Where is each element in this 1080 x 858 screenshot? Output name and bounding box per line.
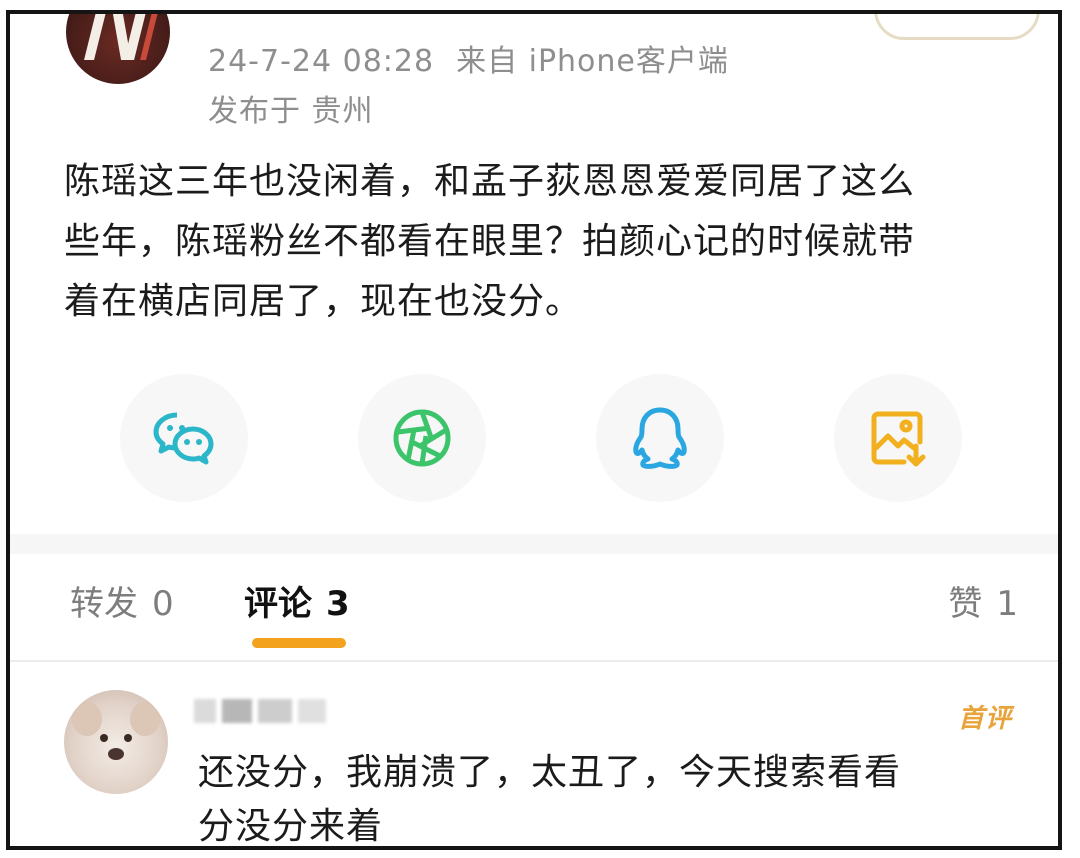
tab-comments[interactable]: 评论 3 [244, 576, 350, 625]
post-source: 来自 iPhone客户端 [456, 44, 729, 79]
qq-icon [633, 407, 687, 469]
share-qq-button[interactable] [596, 374, 724, 502]
first-comment-badge: 首评 [957, 704, 1012, 734]
tab-reposts[interactable]: 转发 0 [70, 576, 174, 625]
commenter-username-blurred[interactable] [194, 694, 334, 728]
post-text-line: 些年，陈瑶粉丝不都看在眼里？拍颜心记的时候就带 [64, 221, 916, 262]
post-text-line: 着在横店同居了，现在也没分。 [64, 281, 583, 322]
weibo-post-screenshot: 24-7-24 08:28 来自 iPhone客户端 发布于 贵州 陈瑶这三年也没… [6, 10, 1062, 850]
post-location: 发布于 贵州 [208, 94, 374, 129]
comment-text-line: 还没分，我崩溃了，太丑了，今天搜索看看 [198, 752, 902, 793]
tab-comments-count: 3 [326, 584, 350, 624]
wechat-icon [153, 412, 214, 465]
comment-body: 还没分，我崩溃了，太丑了，今天搜索看看 分没分来着 [198, 746, 1018, 847]
tab-comments-label: 评论 [244, 584, 312, 624]
post-timestamp: 24-7-24 08:28 [208, 44, 435, 79]
tab-likes-label: 赞 [948, 584, 983, 624]
follow-button[interactable] [874, 14, 1040, 40]
post-body: 陈瑶这三年也没闲着，和孟子荻恩恩爱爱同居了这么 些年，陈瑶粉丝不都看在眼里？拍颜… [64, 152, 1044, 332]
comment-text-line: 分没分来着 [198, 806, 384, 847]
tab-likes-count: 1 [996, 584, 1018, 624]
tab-likes[interactable]: 赞1 [948, 576, 1018, 625]
post-text-line: 陈瑶这三年也没闲着，和孟子荻恩恩爱爱同居了这么 [64, 161, 916, 202]
tab-reposts-count: 0 [152, 584, 174, 624]
tab-divider [10, 660, 1058, 662]
tab-reposts-label: 转发 [70, 584, 138, 624]
post-meta: 24-7-24 08:28 来自 iPhone客户端 [208, 36, 729, 80]
save-image-button[interactable] [834, 374, 962, 502]
share-wechat-button[interactable] [120, 374, 248, 502]
active-tab-indicator [252, 638, 346, 648]
save-image-icon [871, 411, 926, 467]
moments-icon [393, 409, 451, 467]
section-divider [10, 534, 1058, 554]
commenter-avatar[interactable] [64, 690, 168, 794]
author-avatar[interactable] [66, 14, 170, 84]
share-moments-button[interactable] [358, 374, 486, 502]
